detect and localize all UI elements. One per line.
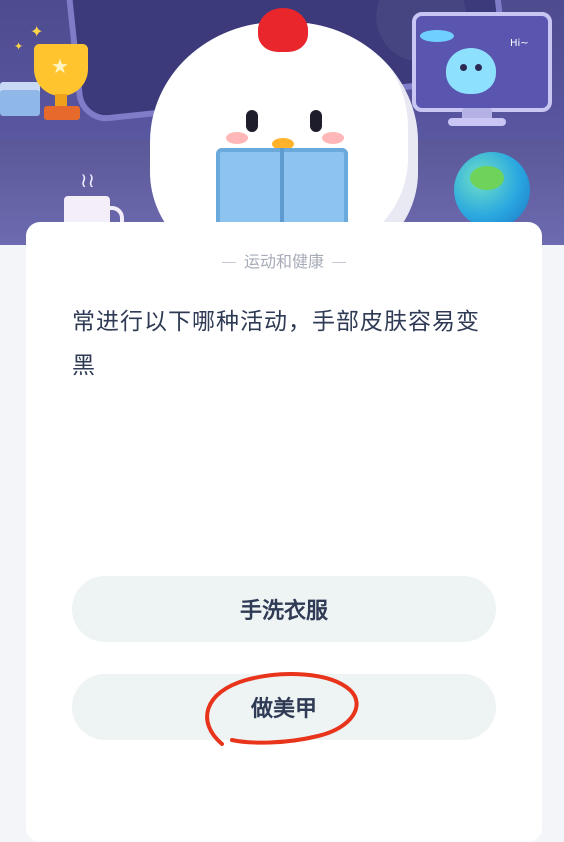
sparkle-icon: ✦ bbox=[14, 40, 24, 53]
eye-icon bbox=[310, 110, 322, 132]
category-text: 运动和健康 bbox=[243, 252, 324, 271]
option-button-2[interactable]: 做美甲 bbox=[72, 674, 496, 740]
category-label: 运动和健康 bbox=[26, 248, 542, 272]
mascot-chick bbox=[150, 8, 418, 245]
globe-icon bbox=[454, 152, 530, 228]
books-icon bbox=[0, 90, 40, 116]
sparkle-icon: ✦ bbox=[30, 22, 44, 41]
question-text: 常进行以下哪种活动，手部皮肤容易变黑 bbox=[72, 309, 480, 379]
eye-icon bbox=[246, 110, 258, 132]
option-button-1[interactable]: 手洗衣服 bbox=[72, 576, 496, 642]
quiz-card: 运动和健康 常进行以下哪种活动，手部皮肤容易变黑 手洗衣服 做美甲 bbox=[26, 222, 542, 842]
alien-icon bbox=[446, 48, 496, 94]
star-icon: ★ bbox=[51, 54, 69, 78]
header-illustration: ✦ ✦ ★ Hi~ ≀≀ bbox=[0, 0, 564, 245]
steam-icon: ≀≀ bbox=[80, 168, 95, 192]
monitor-greeting: Hi~ bbox=[510, 38, 529, 49]
comb-icon bbox=[258, 8, 308, 52]
option-label: 手洗衣服 bbox=[239, 599, 328, 624]
option-label: 做美甲 bbox=[250, 697, 317, 722]
ufo-icon bbox=[420, 30, 454, 42]
